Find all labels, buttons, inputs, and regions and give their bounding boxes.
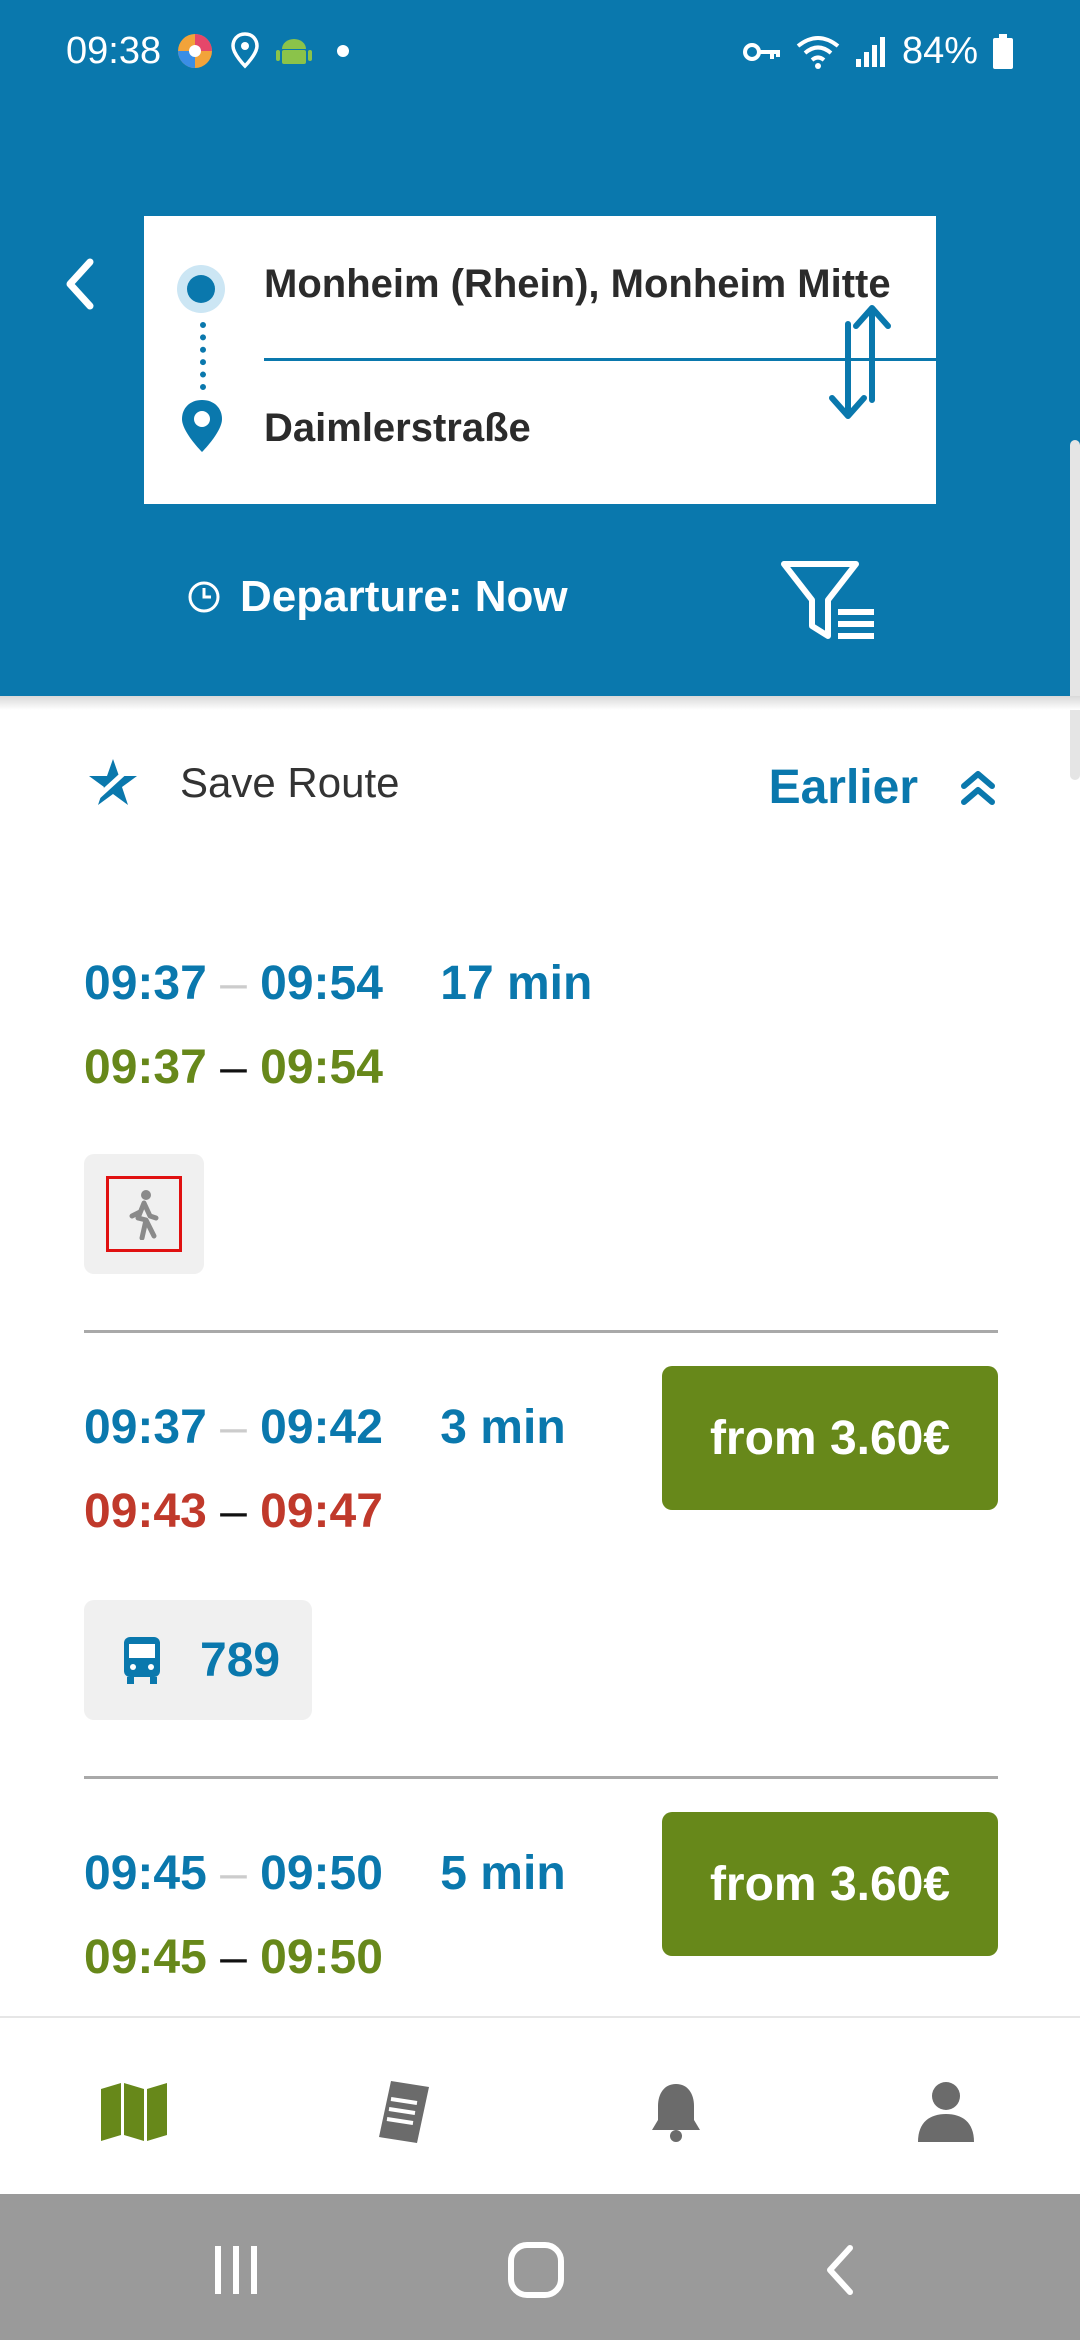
bottom-navigation: [0, 2016, 1080, 2194]
earlier-label: Earlier: [768, 761, 918, 814]
destination-pin-icon: [182, 400, 222, 452]
mode-chip-walk: [84, 1154, 204, 1274]
realtime-arrival: 09:50: [260, 1931, 383, 1984]
save-route-label: Save Route: [180, 759, 400, 806]
trip-duration: 3 min: [440, 1401, 566, 1454]
mode-chip-bus: 789: [84, 1600, 312, 1720]
planned-departure: 09:37: [84, 957, 207, 1010]
price-button[interactable]: from 3.60€: [662, 1812, 998, 1956]
time-separator: –: [220, 957, 247, 1010]
bus-line-number: 789: [200, 1633, 281, 1687]
planned-arrival: 09:42: [260, 1401, 383, 1454]
battery-icon: [993, 33, 1013, 69]
chevron-left-icon: [827, 2245, 853, 2295]
trip-duration: 17 min: [440, 957, 593, 1010]
status-time: 09:38: [66, 30, 162, 72]
battery-level: 84%: [901, 30, 978, 72]
divider: [84, 1330, 998, 1333]
double-chevron-up-icon: [961, 770, 995, 805]
planned-departure: 09:37: [84, 1401, 207, 1454]
star-icon: [88, 759, 138, 806]
realtime-arrival: 09:47: [260, 1485, 383, 1538]
clock-icon: [188, 581, 220, 613]
route-connector: [200, 322, 206, 390]
chevron-left-icon: [66, 258, 94, 310]
vpn-key-icon: [742, 42, 780, 61]
nav-tickets[interactable]: [354, 2072, 454, 2152]
realtime-departure: 09:45: [84, 1931, 207, 1984]
nav-notifications[interactable]: [626, 2072, 726, 2152]
bus-icon: [124, 1637, 160, 1684]
realtime-departure: 09:37: [84, 1041, 207, 1094]
price-button[interactable]: from 3.60€: [662, 1366, 998, 1510]
profile-icon: [918, 2082, 974, 2142]
swap-icon[interactable]: [820, 300, 902, 424]
filter-icon[interactable]: [778, 556, 882, 646]
time-separator: –: [220, 1041, 247, 1094]
scroll-indicator: [1070, 440, 1080, 780]
walk-icon: [129, 1190, 159, 1240]
nav-map[interactable]: [84, 2072, 184, 2152]
origin-dot-icon: [177, 265, 225, 313]
time-separator: –: [220, 1485, 247, 1538]
ticket-icon: [379, 2081, 429, 2143]
signal-icon: [855, 36, 885, 67]
trip-item[interactable]: 09:37 – 09:54 17 min 09:37 – 09:54: [84, 956, 998, 1276]
save-route-button[interactable]: Save Route: [86, 756, 399, 810]
planned-departure: 09:45: [84, 1847, 207, 1900]
trip-item[interactable]: 09:37 – 09:42 3 min 09:43 – 09:47 from 3…: [84, 1366, 998, 1720]
destination-input[interactable]: Daimlerstraße: [264, 406, 531, 451]
map-icon: [101, 2083, 167, 2141]
trip-duration: 5 min: [440, 1847, 566, 1900]
header: 09:38 84% Monheim (Rhein), Monheim Mitte…: [0, 0, 1080, 696]
planned-arrival: 09:50: [260, 1847, 383, 1900]
status-bar: 09:38 84%: [0, 0, 1080, 104]
android-icon: [276, 39, 312, 64]
bell-icon: [652, 2084, 700, 2142]
recent-apps-button[interactable]: [196, 2230, 276, 2310]
realtime-arrival: 09:54: [260, 1041, 383, 1094]
system-navigation-bar: [0, 2194, 1080, 2340]
system-back-button[interactable]: [800, 2230, 880, 2310]
realtime-departure: 09:43: [84, 1485, 207, 1538]
route-card: Monheim (Rhein), Monheim Mitte Daimlerst…: [144, 216, 936, 504]
departure-label: Departure: Now: [240, 572, 568, 621]
time-separator: –: [220, 1847, 247, 1900]
browser-app-icon: [178, 34, 212, 68]
recent-apps-icon: [215, 2246, 257, 2294]
nav-profile[interactable]: [896, 2072, 996, 2152]
divider: [84, 1776, 998, 1779]
time-separator: –: [220, 1401, 247, 1454]
planned-arrival: 09:54: [260, 957, 383, 1010]
back-button[interactable]: [50, 254, 110, 314]
wifi-icon: [796, 35, 840, 69]
time-separator: –: [220, 1931, 247, 1984]
location-icon: [231, 32, 259, 69]
home-icon: [508, 2242, 564, 2298]
notification-dot-icon: [337, 45, 349, 57]
trip-item[interactable]: 09:45 – 09:50 5 min 09:45 – 09:50 from 3…: [84, 1812, 998, 2016]
home-button[interactable]: [496, 2230, 576, 2310]
earlier-button[interactable]: Earlier: [769, 760, 998, 815]
departure-time-selector[interactable]: Departure: Now: [186, 572, 568, 622]
